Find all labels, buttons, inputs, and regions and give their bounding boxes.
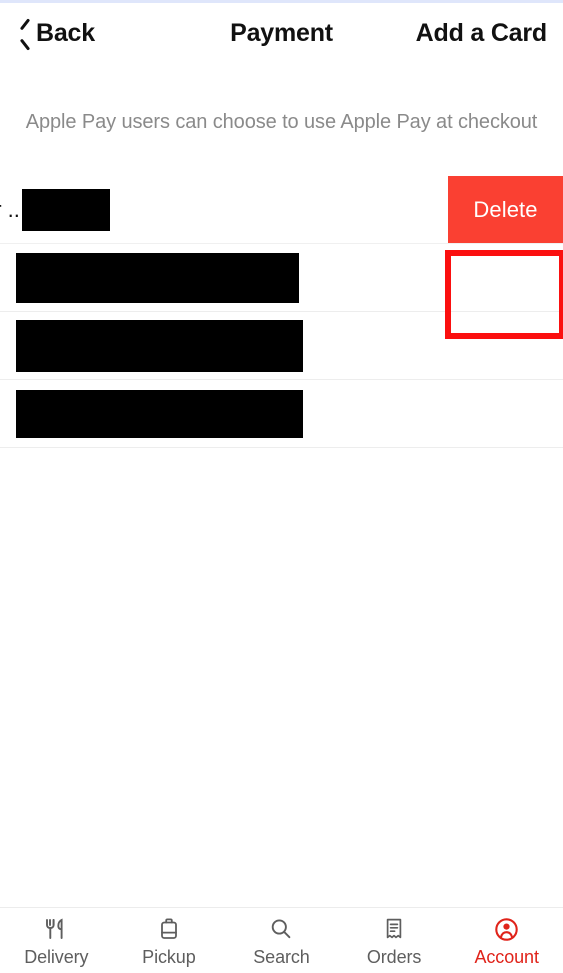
tab-account[interactable]: Account	[450, 908, 563, 973]
tab-label: Search	[253, 947, 310, 967]
back-button-label: Back	[36, 18, 95, 47]
redaction-block	[16, 252, 299, 303]
chevron-left-icon	[16, 22, 32, 44]
payment-screen: Back Payment Add a Card Apple Pay users …	[0, 0, 563, 973]
tab-label: Delivery	[24, 947, 89, 967]
account-circle-icon	[493, 915, 521, 943]
content-area: Apple Pay users can choose to use Apple …	[0, 66, 563, 907]
cutlery-icon	[42, 915, 70, 943]
tab-orders[interactable]: Orders	[338, 908, 451, 973]
tab-pickup[interactable]: Pickup	[113, 908, 226, 973]
add-a-card-button[interactable]: Add a Card	[416, 19, 548, 48]
card-row-content	[0, 244, 563, 311]
tab-label: Pickup	[142, 947, 196, 967]
navigation-bar: Back Payment Add a Card	[0, 0, 563, 66]
redaction-block	[16, 319, 303, 372]
tab-label: Account	[474, 947, 539, 967]
search-icon	[267, 915, 295, 943]
takeout-bag-icon	[155, 915, 183, 943]
payment-card-list: er .. Delete	[0, 176, 563, 448]
delete-button[interactable]: Delete	[448, 176, 563, 243]
window-top-edge	[0, 0, 563, 3]
card-row-content	[0, 312, 563, 379]
redaction-block	[16, 389, 303, 438]
table-row[interactable]	[0, 380, 563, 448]
card-row-content	[0, 380, 563, 447]
table-row[interactable]	[0, 244, 563, 312]
card-label-truncated: er ..	[0, 196, 20, 222]
tab-delivery[interactable]: Delivery	[0, 908, 113, 973]
redaction-block	[21, 188, 110, 231]
receipt-icon	[380, 915, 408, 943]
table-row[interactable]: er .. Delete	[0, 176, 563, 244]
table-row[interactable]	[0, 312, 563, 380]
back-button[interactable]: Back	[16, 19, 95, 48]
tab-search[interactable]: Search	[225, 908, 338, 973]
apple-pay-note: Apple Pay users can choose to use Apple …	[25, 111, 538, 133]
tab-label: Orders	[366, 947, 422, 967]
bottom-tab-bar: Delivery Pickup Search Orders Account	[0, 907, 563, 973]
